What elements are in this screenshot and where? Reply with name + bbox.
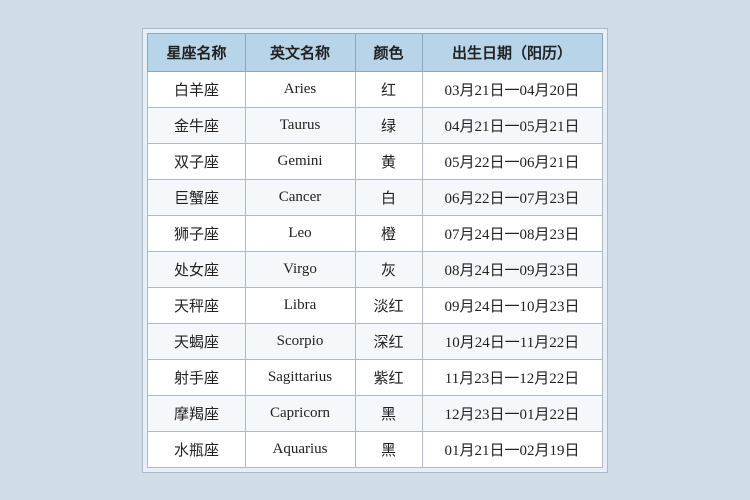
table-row: 巨蟹座Cancer白06月22日一07月23日 — [148, 179, 602, 215]
header-zh-name: 星座名称 — [148, 33, 245, 71]
header-date: 出生日期（阳历） — [422, 33, 602, 71]
cell-en-name: Sagittarius — [245, 359, 355, 395]
zodiac-table: 星座名称 英文名称 颜色 出生日期（阳历） 白羊座Aries红03月21日一04… — [147, 33, 602, 468]
cell-date: 06月22日一07月23日 — [422, 179, 602, 215]
cell-zh-name: 狮子座 — [148, 215, 245, 251]
table-row: 天蝎座Scorpio深红10月24日一11月22日 — [148, 323, 602, 359]
header-en-name: 英文名称 — [245, 33, 355, 71]
cell-color: 黄 — [355, 143, 422, 179]
cell-color: 橙 — [355, 215, 422, 251]
cell-zh-name: 天秤座 — [148, 287, 245, 323]
cell-en-name: Aries — [245, 71, 355, 107]
cell-date: 05月22日一06月21日 — [422, 143, 602, 179]
cell-en-name: Cancer — [245, 179, 355, 215]
table-header-row: 星座名称 英文名称 颜色 出生日期（阳历） — [148, 33, 602, 71]
cell-date: 12月23日一01月22日 — [422, 395, 602, 431]
cell-zh-name: 水瓶座 — [148, 431, 245, 467]
cell-date: 03月21日一04月20日 — [422, 71, 602, 107]
cell-en-name: Scorpio — [245, 323, 355, 359]
cell-color: 灰 — [355, 251, 422, 287]
zodiac-table-container: 星座名称 英文名称 颜色 出生日期（阳历） 白羊座Aries红03月21日一04… — [142, 28, 607, 473]
cell-date: 09月24日一10月23日 — [422, 287, 602, 323]
cell-en-name: Virgo — [245, 251, 355, 287]
cell-en-name: Taurus — [245, 107, 355, 143]
cell-zh-name: 摩羯座 — [148, 395, 245, 431]
table-row: 双子座Gemini黄05月22日一06月21日 — [148, 143, 602, 179]
cell-color: 白 — [355, 179, 422, 215]
cell-zh-name: 处女座 — [148, 251, 245, 287]
cell-date: 04月21日一05月21日 — [422, 107, 602, 143]
cell-zh-name: 射手座 — [148, 359, 245, 395]
cell-date: 10月24日一11月22日 — [422, 323, 602, 359]
table-row: 狮子座Leo橙07月24日一08月23日 — [148, 215, 602, 251]
table-row: 处女座Virgo灰08月24日一09月23日 — [148, 251, 602, 287]
header-color: 颜色 — [355, 33, 422, 71]
table-row: 摩羯座Capricorn黑12月23日一01月22日 — [148, 395, 602, 431]
cell-en-name: Leo — [245, 215, 355, 251]
cell-zh-name: 金牛座 — [148, 107, 245, 143]
cell-date: 08月24日一09月23日 — [422, 251, 602, 287]
cell-color: 黑 — [355, 395, 422, 431]
cell-en-name: Libra — [245, 287, 355, 323]
cell-date: 11月23日一12月22日 — [422, 359, 602, 395]
cell-zh-name: 白羊座 — [148, 71, 245, 107]
table-row: 金牛座Taurus绿04月21日一05月21日 — [148, 107, 602, 143]
table-row: 天秤座Libra淡红09月24日一10月23日 — [148, 287, 602, 323]
cell-color: 黑 — [355, 431, 422, 467]
cell-date: 07月24日一08月23日 — [422, 215, 602, 251]
table-row: 射手座Sagittarius紫红11月23日一12月22日 — [148, 359, 602, 395]
cell-color: 深红 — [355, 323, 422, 359]
cell-date: 01月21日一02月19日 — [422, 431, 602, 467]
cell-color: 淡红 — [355, 287, 422, 323]
table-row: 白羊座Aries红03月21日一04月20日 — [148, 71, 602, 107]
cell-zh-name: 双子座 — [148, 143, 245, 179]
cell-en-name: Aquarius — [245, 431, 355, 467]
cell-color: 紫红 — [355, 359, 422, 395]
table-row: 水瓶座Aquarius黑01月21日一02月19日 — [148, 431, 602, 467]
cell-color: 红 — [355, 71, 422, 107]
cell-en-name: Gemini — [245, 143, 355, 179]
cell-zh-name: 天蝎座 — [148, 323, 245, 359]
cell-zh-name: 巨蟹座 — [148, 179, 245, 215]
cell-color: 绿 — [355, 107, 422, 143]
cell-en-name: Capricorn — [245, 395, 355, 431]
